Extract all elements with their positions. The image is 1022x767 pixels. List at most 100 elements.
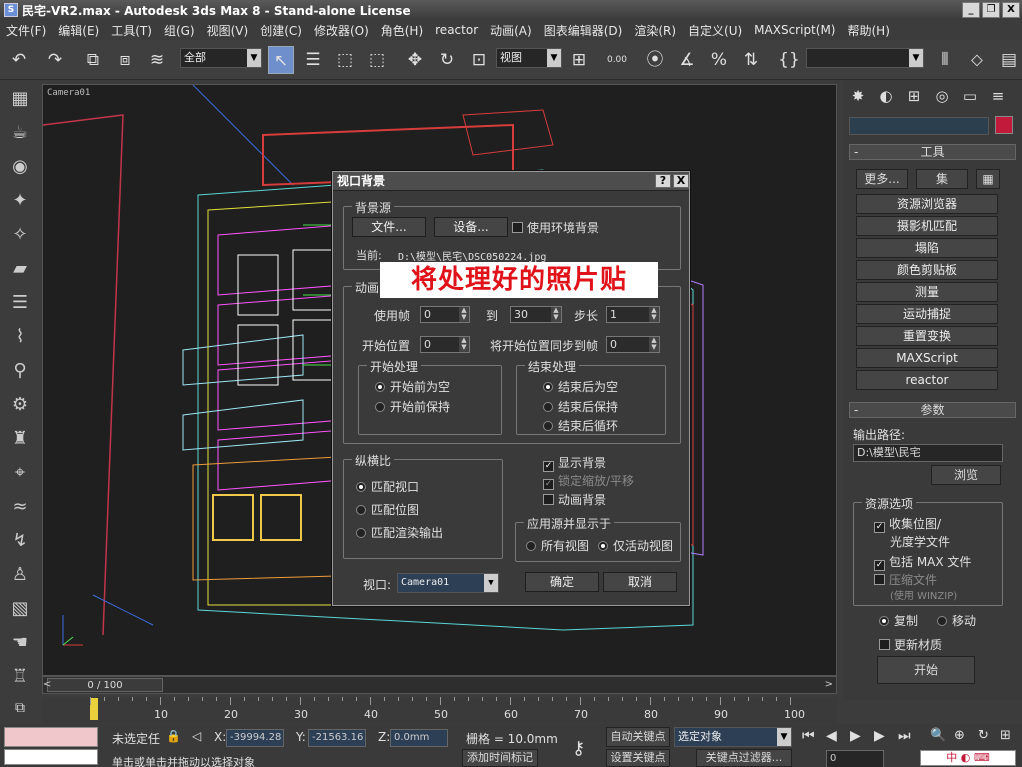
dialog-close-button[interactable]: X (673, 174, 689, 188)
collect-bitmaps-checkbox[interactable]: ✓ 收集位图/ (874, 515, 941, 533)
hold-after-end-radio[interactable]: 结束后保持 (543, 398, 618, 415)
match-render-output-radio[interactable]: 匹配渲染输出 (356, 524, 443, 541)
input-method-icon[interactable]: 中 ◐ ⌨ (920, 750, 1016, 766)
z-coordinate-field[interactable]: 0.0mm (390, 729, 448, 747)
reference-coord-dropdown[interactable]: 视图 ▼ (496, 48, 562, 68)
menu-item-4[interactable]: 视图(V) (201, 22, 255, 39)
use-env-bg-checkbox[interactable]: 使用环境背景 (512, 219, 599, 236)
waves-icon[interactable]: ≈ (4, 492, 36, 522)
use-frame-spinner[interactable]: 0 ▲ ▼ (420, 306, 470, 323)
key-filters-button[interactable]: 关键点过滤器... (696, 749, 792, 767)
key-icon[interactable]: ⚷ (572, 738, 585, 759)
teapot-icon[interactable]: ☕ (4, 118, 36, 148)
output-path-field[interactable]: D:\模型\民宅 (853, 444, 1003, 462)
utility-button-2[interactable]: 塌陷 (856, 238, 998, 258)
spinner-snap-icon[interactable]: ⇅ (738, 46, 764, 74)
3ds-max-icon[interactable]: S (4, 3, 18, 17)
unlink-icon[interactable]: ⧈ (112, 46, 138, 74)
all-views-radio[interactable]: 所有视图 (526, 537, 589, 554)
pivot-center-icon[interactable]: ⊞ (566, 46, 592, 74)
lock-zoom-pan-checkbox[interactable]: ✓ 锁定缩放/平移 (543, 472, 634, 490)
cylinder-icon[interactable]: ☰ (4, 288, 36, 318)
sphere-icon[interactable]: ◉ (4, 152, 36, 182)
timeline-ruler[interactable]: 10 20 30 40 50 60 70 80 90 100 (42, 697, 837, 723)
utility-button-3[interactable]: 颜色剪贴板 (856, 260, 998, 280)
redo-icon[interactable]: ↷ (42, 46, 68, 74)
named-selection-dropdown[interactable]: ▼ (806, 48, 924, 68)
light-icon[interactable]: ✦ (4, 186, 36, 216)
character-icon[interactable]: ♙ (4, 560, 36, 590)
gear-icon[interactable]: ⚙ (4, 390, 36, 420)
active-only-radio[interactable]: 仅活动视图 (598, 537, 673, 554)
menu-item-9[interactable]: 动画(A) (484, 22, 538, 39)
space-warp-icon[interactable]: ↯ (4, 526, 36, 556)
snap-toggle-icon[interactable]: ⦿ (642, 46, 668, 74)
menu-item-13[interactable]: MAXScript(M) (748, 23, 841, 37)
motion-tab-icon[interactable]: ◎ (931, 85, 953, 107)
zoom-all-icon[interactable]: ⊕ (954, 728, 965, 743)
named-selection-icon[interactable]: {} (776, 46, 802, 74)
biped-icon[interactable]: ♜ (4, 424, 36, 454)
update-materials-checkbox[interactable]: 更新材质 (879, 636, 942, 653)
mirror-icon[interactable]: ⫴ (932, 46, 958, 74)
cloth-icon[interactable]: ▧ (4, 594, 36, 624)
zoom-icon[interactable]: 🔍 (930, 728, 946, 743)
utility-button-8[interactable]: reactor (856, 370, 998, 390)
hierarchy-tab-icon[interactable]: ⊞ (903, 85, 925, 107)
move-icon[interactable]: ✥ (402, 46, 428, 74)
set-key-button[interactable]: 设置关键点 (606, 749, 670, 767)
helper-star-icon[interactable]: ✧ (4, 220, 36, 250)
align-icon[interactable]: ⬦ (964, 46, 990, 74)
menu-item-3[interactable]: 组(G) (158, 22, 201, 39)
spinner-arrows-icon[interactable]: ▲ ▼ (551, 307, 561, 322)
object-name-field[interactable] (849, 117, 989, 135)
browse-button[interactable]: 浏览 (931, 465, 1001, 485)
compress-checkbox[interactable]: 压缩文件 (874, 571, 937, 588)
utility-button-7[interactable]: MAXScript (856, 348, 998, 368)
previous-frame-icon[interactable]: ◀ (826, 728, 837, 744)
selected-object-dropdown[interactable]: 选定对象 ▼ (674, 727, 792, 747)
utility-button-0[interactable]: 资源浏览器 (856, 194, 998, 214)
blank-before-start-radio[interactable]: 开始前为空 (375, 378, 450, 395)
create-box-icon[interactable]: ▦ (4, 84, 36, 114)
files-button[interactable]: 文件... (352, 217, 426, 237)
match-viewport-radio[interactable]: 匹配视口 (356, 478, 419, 495)
lamp-icon[interactable]: ⚲ (4, 356, 36, 386)
percent-snap-icon[interactable]: % (706, 46, 732, 74)
move-radio[interactable]: 移动 (937, 612, 976, 629)
restore-button[interactable]: ❐ (982, 2, 1000, 18)
step-spinner[interactable]: 1 ▲ ▼ (606, 306, 660, 323)
play-icon[interactable]: ▶ (850, 728, 861, 744)
x-coordinate-field[interactable]: -39994.28 (226, 729, 284, 747)
current-frame-field[interactable]: 0 (826, 750, 884, 767)
copy-radio[interactable]: 复制 (879, 612, 918, 629)
menu-item-0[interactable]: 文件(F) (0, 22, 52, 39)
params-rollout-header[interactable]: - 参数 (849, 402, 1016, 418)
minimize-button[interactable]: _ (962, 2, 980, 18)
maximize-viewport-icon[interactable]: ⊞ (1000, 728, 1011, 743)
region-select-icon[interactable]: ⬚ (332, 46, 358, 74)
start-button[interactable]: 开始 (877, 656, 975, 684)
menu-item-10[interactable]: 图表编辑器(D) (538, 22, 629, 39)
menu-item-11[interactable]: 渲染(R) (628, 22, 682, 39)
utilities-tab-icon[interactable]: ≡ (987, 85, 1009, 107)
sets-button[interactable]: 集 (916, 169, 968, 189)
window-crossing-icon[interactable]: ⬚ (364, 46, 390, 74)
menu-item-7[interactable]: 角色(H) (375, 22, 429, 39)
spinner-arrows-icon[interactable]: ▲ ▼ (459, 337, 469, 352)
utility-button-1[interactable]: 摄影机匹配 (856, 216, 998, 236)
select-object-icon[interactable]: ↖ (268, 46, 294, 74)
maxscript-listener-mini[interactable] (4, 727, 98, 747)
include-max-checkbox[interactable]: ✓ 包括 MAX 文件 (874, 553, 971, 571)
modify-tab-icon[interactable]: ◐ (875, 85, 897, 107)
absolute-mode-icon[interactable]: ◁ (192, 729, 201, 743)
scale-icon[interactable]: ⊡ (466, 46, 492, 74)
time-slider-thumb[interactable]: 0 / 100 (47, 678, 163, 692)
object-color-swatch[interactable] (995, 116, 1013, 134)
undo-icon[interactable]: ↶ (6, 46, 32, 74)
create-tab-icon[interactable]: ✸ (847, 85, 869, 107)
slider-left-arrow[interactable]: < (43, 679, 51, 690)
utility-button-5[interactable]: 运动捕捉 (856, 304, 998, 324)
blank-after-end-radio[interactable]: 结束后为空 (543, 378, 618, 395)
shapes-icon[interactable]: ▰ (4, 254, 36, 284)
